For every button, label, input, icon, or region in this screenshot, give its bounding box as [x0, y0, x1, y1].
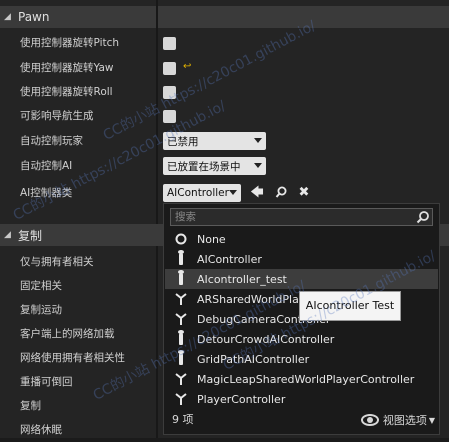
class-item-none[interactable]: None: [165, 229, 438, 249]
class-search-input[interactable]: 搜索: [170, 208, 433, 226]
class-item-label: GridPathAIController: [197, 352, 310, 366]
chevron-down-icon: ▼: [428, 415, 435, 425]
auto-possess-ai-combo[interactable]: 已放置在场景中: [163, 157, 266, 175]
yaw-checkbox[interactable]: [163, 62, 176, 75]
affect-navigation-checkbox[interactable]: [163, 110, 176, 123]
property-label: 使用控制器旋转Pitch: [20, 37, 120, 49]
property-row-affect-navigation: 可影响导航生成: [0, 104, 449, 128]
property-row-use-controller-pitch: 使用控制器旋转Pitch: [0, 31, 449, 55]
pawn-section-header[interactable]: ◢ Pawn: [0, 6, 449, 28]
search-icon: [416, 210, 430, 224]
property-label: 自动控制玩家: [20, 135, 83, 147]
search-placeholder: 搜索: [175, 211, 196, 223]
class-item-aicontroller-test[interactable]: AIcontroller_test: [165, 269, 438, 289]
ai-controller-icon: [175, 330, 187, 346]
combo-value: 已禁用: [167, 135, 199, 148]
player-controller-icon: [175, 392, 187, 406]
property-label: 可影响导航生成: [20, 110, 94, 122]
property-row-use-controller-yaw: 使用控制器旋转Yaw ↩: [0, 56, 449, 80]
class-item-playercontroller[interactable]: PlayerController: [165, 389, 438, 409]
property-label: 使用控制器旋转Roll: [20, 86, 113, 98]
property-label: 使用控制器旋转Yaw: [20, 62, 114, 74]
class-item-magicleap[interactable]: MagicLeapSharedWorldPlayerController: [165, 369, 438, 389]
browse-search-icon[interactable]: [274, 186, 288, 200]
eye-icon: [360, 414, 379, 426]
class-item-label: PlayerController: [197, 392, 286, 406]
property-row-ai-controller-class: AI控制器类 AIController 🡄 ✖: [0, 181, 449, 205]
details-panel: ◢ Pawn 使用控制器旋转Pitch 使用控制器旋转Yaw ↩ 使用控制器旋转…: [0, 0, 449, 438]
class-item-gridpath[interactable]: GridPathAIController: [165, 349, 438, 369]
view-options-button[interactable]: 视图选项 ▼: [360, 412, 435, 428]
chevron-down-icon: [229, 190, 237, 195]
class-item-label: None: [197, 232, 226, 246]
player-controller-icon: [175, 292, 187, 306]
class-item-label: AIController: [197, 252, 262, 266]
roll-checkbox[interactable]: [163, 86, 176, 99]
collapse-arrow-icon: ◢: [4, 230, 11, 240]
property-row-auto-possess-player: 自动控制玩家 已禁用: [0, 129, 449, 153]
combo-value: 已放置在场景中: [167, 160, 241, 173]
ai-controller-icon: [175, 270, 187, 286]
property-label: 固定相关: [20, 280, 62, 292]
ai-controller-class-combo[interactable]: AIController: [163, 184, 241, 202]
ai-controller-icon: [175, 250, 187, 266]
combo-value: AIController: [167, 187, 229, 199]
none-circle-icon: [175, 232, 187, 246]
class-item-label: MagicLeapSharedWorldPlayerController: [197, 372, 415, 386]
player-controller-icon: [175, 312, 187, 326]
item-count: 9 项: [172, 413, 194, 426]
replication-section-title: 复制: [18, 228, 43, 243]
auto-possess-player-combo[interactable]: 已禁用: [163, 132, 266, 150]
property-label: 网络休眠: [20, 424, 62, 436]
class-item-label: AIcontroller_test: [197, 272, 287, 286]
class-item-aicontroller[interactable]: AIController: [165, 249, 438, 269]
class-tooltip: AIcontroller Test: [299, 291, 401, 321]
pawn-section-title: Pawn: [18, 10, 50, 24]
property-label: 自动控制AI: [20, 160, 73, 172]
ai-controller-icon: [175, 350, 187, 366]
property-label: AI控制器类: [20, 187, 73, 199]
property-label: 重播可倒回: [20, 376, 73, 388]
clear-close-icon[interactable]: ✖: [297, 186, 311, 200]
property-label: 网络使用拥有者相关性: [20, 352, 125, 364]
property-label: 复制运动: [20, 304, 62, 316]
chevron-down-icon: [254, 138, 262, 143]
view-options-label: 视图选项: [382, 414, 427, 427]
pitch-checkbox[interactable]: [163, 37, 176, 50]
property-label: 仅与拥有者相关: [20, 256, 94, 268]
property-row-auto-possess-ai: 自动控制AI 已放置在场景中: [0, 154, 449, 178]
chevron-down-icon: [254, 163, 262, 168]
property-row-use-controller-roll: 使用控制器旋转Roll: [0, 80, 449, 104]
use-selected-arrow-icon[interactable]: 🡄: [250, 186, 264, 200]
class-item-detourcrowd[interactable]: DetourCrowdAIController: [165, 329, 438, 349]
player-controller-icon: [175, 372, 187, 386]
property-label: 复制: [20, 400, 41, 412]
collapse-arrow-icon: ◢: [4, 12, 11, 22]
reset-to-default-icon[interactable]: ↩: [183, 61, 191, 72]
class-item-label: DetourCrowdAIController: [197, 332, 335, 346]
property-label: 客户端上的网络加载: [20, 328, 115, 340]
